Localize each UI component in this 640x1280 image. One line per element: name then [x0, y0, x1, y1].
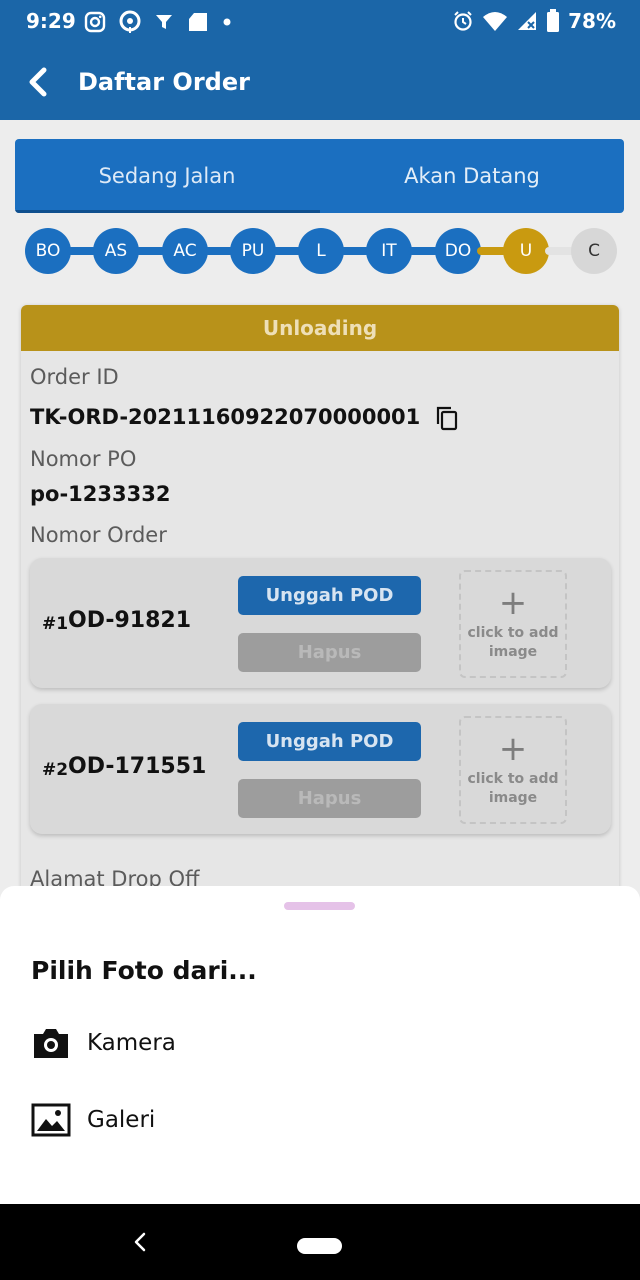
tab-indicator	[15, 210, 320, 213]
item-order-number: OD-171551	[68, 754, 207, 779]
order-card: Unloading Order ID TK-ORD-20211160922070…	[21, 305, 619, 905]
po-value: po-1233332	[30, 482, 171, 506]
order-id-label: Order ID	[30, 365, 119, 389]
upload-pod-button[interactable]: Unggah POD	[238, 576, 421, 615]
step-do: DO	[435, 228, 481, 274]
step-bo: BO	[25, 228, 71, 274]
step-pu: PU	[230, 228, 276, 274]
item-index: #2	[42, 760, 69, 780]
order-item-card: #1 OD-91821 Unggah POD Hapus + click to …	[30, 558, 611, 688]
tab-akan-datang[interactable]: Akan Datang	[320, 139, 624, 213]
delete-button[interactable]: Hapus	[238, 779, 421, 818]
alarm-icon	[454, 11, 472, 31]
step-c: C	[571, 228, 617, 274]
instagram-icon	[84, 11, 106, 33]
status-stepper: BO AS AC PU L IT DO U C	[25, 228, 617, 274]
tab-sedang-jalan[interactable]: Sedang Jalan	[15, 139, 319, 213]
system-icons: 78%	[452, 9, 616, 33]
step-u: U	[503, 228, 549, 274]
status-time: 9:29	[26, 9, 76, 33]
sheet-drag-handle[interactable]	[284, 902, 355, 910]
step-l: L	[298, 228, 344, 274]
order-item-card: #2 OD-171551 Unggah POD Hapus + click to…	[30, 704, 611, 834]
maps-icon	[119, 10, 141, 33]
camera-icon	[34, 1029, 68, 1058]
order-tabs: Sedang Jalan Akan Datang	[15, 139, 624, 213]
add-image-box[interactable]: + click to add image	[459, 570, 567, 678]
dot-icon	[223, 18, 231, 26]
back-arrow-icon[interactable]	[22, 64, 58, 100]
gallery-icon	[31, 1103, 71, 1137]
app-bar: Daftar Order	[0, 44, 640, 120]
step-as: AS	[93, 228, 139, 274]
notification-icons	[84, 10, 232, 34]
shop-icon	[189, 13, 207, 31]
nav-back-icon[interactable]	[128, 1230, 152, 1254]
sheet-title: Pilih Foto dari...	[31, 956, 257, 985]
upload-pod-button[interactable]: Unggah POD	[238, 722, 421, 761]
item-index: #1	[42, 614, 69, 634]
gallery-option[interactable]: Galeri	[31, 1097, 451, 1143]
order-id-value: TK-ORD-20211160922070000001	[30, 405, 421, 429]
page-title: Daftar Order	[78, 68, 250, 96]
wifi-icon	[483, 12, 508, 31]
po-label: Nomor PO	[30, 447, 137, 471]
step-ac: AC	[162, 228, 208, 274]
gallery-option-label: Galeri	[87, 1107, 156, 1133]
status-bar: 9:29 78%	[0, 0, 640, 44]
item-order-number: OD-91821	[68, 608, 192, 633]
plus-icon: +	[498, 583, 528, 623]
battery-icon	[547, 9, 560, 32]
add-image-box[interactable]: + click to add image	[459, 716, 567, 824]
battery-percent: 78%	[568, 9, 616, 33]
filter-icon	[156, 15, 172, 29]
nav-home-pill[interactable]	[297, 1238, 342, 1254]
step-it: IT	[366, 228, 412, 274]
plus-icon: +	[498, 729, 528, 769]
navigation-bar	[0, 1204, 640, 1280]
copy-icon[interactable]	[435, 405, 459, 431]
add-image-hint: click to add image	[467, 625, 559, 660]
signal-icon	[518, 12, 537, 30]
order-number-label: Nomor Order	[30, 523, 167, 547]
camera-option-label: Kamera	[87, 1030, 176, 1056]
camera-option[interactable]: Kamera	[31, 1020, 451, 1066]
photo-source-sheet: Pilih Foto dari... Kamera Galeri	[0, 886, 640, 1204]
status-header: Unloading	[21, 305, 619, 351]
delete-button[interactable]: Hapus	[238, 633, 421, 672]
add-image-hint: click to add image	[467, 771, 559, 806]
